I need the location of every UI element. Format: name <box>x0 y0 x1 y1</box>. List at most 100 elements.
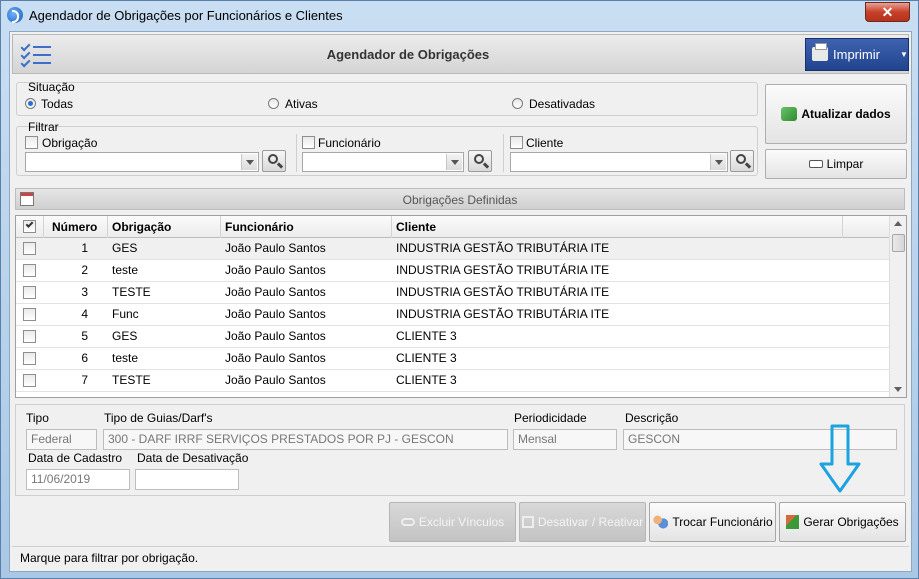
cell-numero: 3 <box>81 285 88 299</box>
cell-obrigacao: GES <box>112 329 138 343</box>
section-title: Obrigações Definidas <box>402 193 518 207</box>
close-button[interactable]: ✕ <box>865 2 910 22</box>
funcionario-checkbox-label[interactable]: Funcionário <box>318 136 381 150</box>
vertical-scrollbar[interactable] <box>889 216 906 397</box>
obrigacao-checkbox[interactable] <box>25 136 38 149</box>
cliente-checkbox-label[interactable]: Cliente <box>526 136 563 150</box>
desativacao-field[interactable] <box>135 469 239 490</box>
cell-numero: 5 <box>81 329 88 343</box>
radio-todas-label[interactable]: Todas <box>41 97 73 111</box>
cell-obrigacao: teste <box>112 263 139 277</box>
row-checkbox[interactable] <box>23 242 36 255</box>
chevron-down-icon[interactable] <box>446 154 462 170</box>
cell-numero: 6 <box>81 351 88 365</box>
funcionario-checkbox[interactable] <box>302 136 315 149</box>
guias-label: Tipo de Guias/Darf's <box>104 411 213 425</box>
col-funcionario[interactable]: Funcionário <box>221 216 392 238</box>
guias-field[interactable]: 300 - DARF IRRF SERVIÇOS PRESTADOS POR P… <box>103 429 508 450</box>
action-bar: Excluir Vínculos Desativar / Reativar Tr… <box>15 500 906 544</box>
divider <box>296 134 297 172</box>
annotation-arrow-icon <box>819 424 861 493</box>
title-bar[interactable]: Agendador de Obrigações por Funcionários… <box>1 1 918 29</box>
cliente-search-button[interactable] <box>730 150 754 172</box>
cell-obrigacao: Func <box>112 307 139 321</box>
users-icon <box>652 514 669 529</box>
print-button[interactable]: Imprimir ▼ <box>805 38 909 71</box>
table-row[interactable]: 4 Func João Paulo Santos INDUSTRIA GESTÃ… <box>16 304 890 326</box>
table-row[interactable]: 3 TESTE João Paulo Santos INDUSTRIA GEST… <box>16 282 890 304</box>
desativar-reativar-button[interactable]: Desativar / Reativar <box>519 502 646 542</box>
cell-funcionario: João Paulo Santos <box>225 263 326 277</box>
cell-numero: 1 <box>81 241 88 255</box>
row-checkbox[interactable] <box>23 286 36 299</box>
refresh-icon <box>781 106 798 121</box>
radio-todas[interactable] <box>25 98 36 109</box>
cadastro-field[interactable]: 11/06/2019 <box>26 469 130 490</box>
trocar-funcionario-button[interactable]: Trocar Funcionário <box>649 502 776 542</box>
filtrar-label: Filtrar <box>28 120 59 134</box>
cliente-combo[interactable] <box>510 152 728 172</box>
header-bar: Agendador de Obrigações Imprimir ▼ <box>12 34 909 74</box>
tipo-label: Tipo <box>26 411 49 425</box>
atualizar-dados-button[interactable]: Atualizar dados <box>765 84 907 144</box>
col-obrigacao[interactable]: Obrigação <box>108 216 221 238</box>
scroll-thumb[interactable] <box>892 234 905 252</box>
row-checkbox[interactable] <box>23 308 36 321</box>
cliente-checkbox[interactable] <box>510 136 523 149</box>
col-numero[interactable]: Número <box>44 216 108 238</box>
gerar-obrigacoes-button[interactable]: Gerar Obrigações <box>779 502 906 542</box>
cell-funcionario: João Paulo Santos <box>225 329 326 343</box>
search-icon <box>474 154 484 164</box>
obrigacao-combo[interactable] <box>25 152 259 172</box>
radio-ativas-label[interactable]: Ativas <box>285 97 318 111</box>
atualizar-dados-label: Atualizar dados <box>801 107 891 121</box>
chevron-down-icon[interactable] <box>241 154 257 170</box>
situacao-group <box>16 82 758 116</box>
printer-icon <box>812 43 828 61</box>
cell-cliente: INDUSTRIA GESTÃO TRIBUTÁRIA ITE <box>396 285 610 299</box>
radio-ativas[interactable] <box>268 98 279 109</box>
cell-obrigacao: teste <box>112 351 139 365</box>
table-row[interactable]: 2 teste João Paulo Santos INDUSTRIA GEST… <box>16 260 890 282</box>
dropdown-caret-icon[interactable]: ▼ <box>900 50 908 59</box>
unlink-icon <box>400 517 415 526</box>
row-checkbox[interactable] <box>23 330 36 343</box>
cell-numero: 2 <box>81 263 88 277</box>
chevron-down-icon[interactable] <box>710 154 726 170</box>
periodicidade-field[interactable]: Mensal <box>513 429 617 450</box>
radio-desativadas[interactable] <box>512 98 523 109</box>
client-area: Agendador de Obrigações Imprimir ▼ Situa… <box>9 31 912 572</box>
cell-cliente: INDUSTRIA GESTÃO TRIBUTÁRIA ITE <box>396 241 610 255</box>
scroll-up-icon[interactable] <box>890 216 906 232</box>
obligations-table: Número Obrigação Funcionário Cliente 1 G… <box>15 215 907 398</box>
obrigacao-checkbox-label[interactable]: Obrigação <box>42 136 97 150</box>
cell-obrigacao: GES <box>112 241 138 255</box>
cadastro-label: Data de Cadastro <box>28 451 123 465</box>
desativar-reativar-label: Desativar / Reativar <box>537 515 644 529</box>
page-title: Agendador de Obrigações <box>326 47 490 62</box>
cell-cliente: INDUSTRIA GESTÃO TRIBUTÁRIA ITE <box>396 307 610 321</box>
cell-obrigacao: TESTE <box>112 285 151 299</box>
row-checkbox[interactable] <box>23 264 36 277</box>
generate-icon <box>786 514 800 529</box>
table-row[interactable]: 6 teste João Paulo Santos CLIENTE 3 <box>16 348 890 370</box>
table-row[interactable]: 5 GES João Paulo Santos CLIENTE 3 <box>16 326 890 348</box>
table-row[interactable]: 1 GES João Paulo Santos INDUSTRIA GESTÃO… <box>16 238 890 260</box>
print-button-label: Imprimir <box>833 47 880 62</box>
select-all-cell[interactable] <box>16 216 44 238</box>
excluir-vinculos-label: Excluir Vínculos <box>418 515 505 529</box>
excluir-vinculos-button[interactable]: Excluir Vínculos <box>389 502 516 542</box>
col-cliente[interactable]: Cliente <box>392 216 843 238</box>
row-checkbox[interactable] <box>23 352 36 365</box>
cell-funcionario: João Paulo Santos <box>225 241 326 255</box>
radio-desativadas-label[interactable]: Desativadas <box>529 97 595 111</box>
funcionario-search-button[interactable] <box>468 150 492 172</box>
row-checkbox[interactable] <box>23 374 36 387</box>
table-row[interactable]: 7 TESTE João Paulo Santos CLIENTE 3 <box>16 370 890 392</box>
tipo-field[interactable]: Federal <box>26 429 97 450</box>
limpar-button[interactable]: Limpar <box>765 149 907 179</box>
obrigacao-search-button[interactable] <box>262 150 286 172</box>
gerar-obrigacoes-label: Gerar Obrigações <box>803 515 899 529</box>
funcionario-combo[interactable] <box>302 152 464 172</box>
scroll-down-icon[interactable] <box>890 381 906 397</box>
